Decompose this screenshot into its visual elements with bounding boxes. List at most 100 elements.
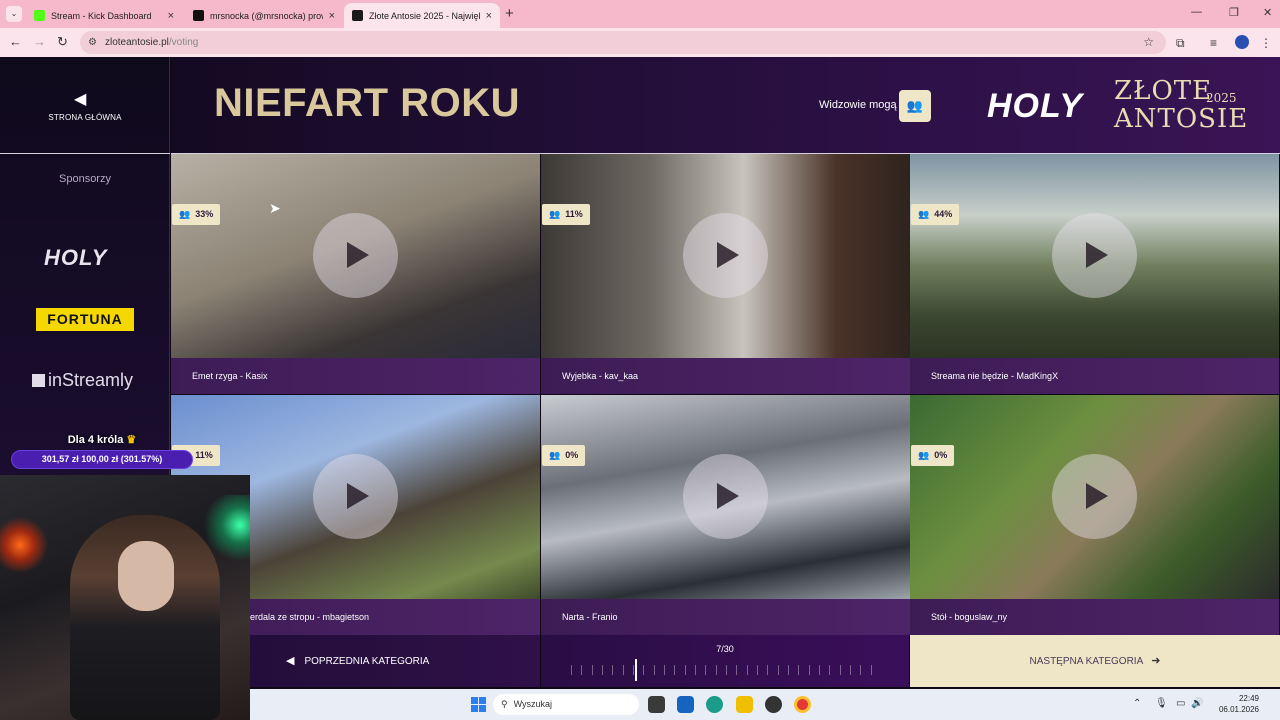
clip-title: Emet rzyga - Kasix [171,358,540,394]
instreamly-label: inStreamly [48,370,134,390]
progress-tick[interactable] [850,665,851,675]
clip-card[interactable]: 👥 0% Narta - Franio [541,395,910,635]
close-tab-icon[interactable]: × [329,10,335,22]
vote-percent: 44% [934,209,953,219]
progress-tick[interactable] [592,665,593,675]
clip-card[interactable]: 👥 44% Streama nie będzie - MadKingX [910,154,1279,394]
progress-tick[interactable] [612,665,613,675]
play-icon[interactable] [683,454,768,539]
zlote-antosie-favicon-icon [352,10,363,21]
tab-tiktok[interactable]: mrsnocka (@mrsnocka) prowad × [185,3,343,28]
play-icon[interactable] [313,213,398,298]
progress-tick[interactable] [809,665,810,675]
progress-tick[interactable] [623,665,624,675]
extensions-icon[interactable]: ⧉ [1176,36,1185,51]
progress-tick[interactable] [767,665,768,675]
address-bar[interactable]: ⚙ zloteantosie.pl/voting ☆ [80,31,1166,54]
site-settings-icon[interactable]: ⚙ [88,37,97,48]
progress-tick[interactable] [747,665,748,675]
progress-tick[interactable] [860,665,861,675]
tab-kick-dashboard[interactable]: Stream - Kick Dashboard × [26,3,182,28]
previous-category-button[interactable]: ◀ POPRZEDNIA KATEGORIA [250,635,540,687]
home-label: STRONA GŁÓWNA [48,113,122,122]
sticky-notes-icon[interactable] [736,696,753,713]
taskbar-clock[interactable]: 22:49 06.01.2026 [1199,693,1259,715]
microphone-icon[interactable]: 🎙 [1155,698,1168,709]
play-icon[interactable] [313,454,398,539]
tray-chevron-icon[interactable]: ⌃ [1133,698,1141,709]
close-tab-icon[interactable]: × [168,10,174,22]
progress-tick[interactable] [695,665,696,675]
new-tab-plus-icon[interactable]: + [505,5,514,22]
menu-kebab-icon[interactable]: ⋮ [1260,36,1272,50]
progress-tick[interactable] [685,665,686,675]
home-link[interactable]: ◀ STRONA GŁÓWNA [0,57,170,154]
progress-tick[interactable] [726,665,727,675]
play-icon[interactable] [1052,454,1137,539]
profile-avatar[interactable] [1235,35,1249,49]
task-view-icon[interactable] [648,696,665,713]
goal-label: Dla 4 króla [67,434,124,446]
back-arrow-icon[interactable]: ← [9,34,22,49]
instreamly-sponsor-logo[interactable]: inStreamly [32,370,133,391]
vote-percent-badge: 👥 0% [911,445,955,466]
holy-sponsor-logo[interactable]: HOLY [44,245,107,271]
progress-tick[interactable] [643,665,644,675]
logo-line-2: ANTOSIE [1114,104,1249,134]
chrome-icon[interactable] [794,696,811,713]
progress-tick[interactable] [819,665,820,675]
vote-percent: 11% [195,450,213,460]
progress-tick[interactable] [664,665,665,675]
outlook-icon[interactable] [677,696,694,713]
progress-tick[interactable] [633,665,634,675]
progress-tick[interactable] [571,665,572,675]
restore-icon[interactable]: ❐ [1229,6,1239,19]
play-icon[interactable] [1052,213,1137,298]
next-category-button[interactable]: NASTĘPNA KATEGORIA ➜ [910,635,1280,687]
tab-title: Złote Antosie 2025 - Najwięks [369,10,480,21]
viewers-vote-button[interactable]: 👥 [899,90,931,122]
edge-icon[interactable] [706,696,723,713]
progress-tick[interactable] [840,665,841,675]
obs-icon[interactable] [765,696,782,713]
donation-goal-bar: 301,57 zł 100,00 zł (301.57%) [11,450,193,469]
tab-zlote-antosie[interactable]: Złote Antosie 2025 - Najwięks × [344,3,500,28]
progress-tick[interactable] [871,665,872,675]
taskbar-search[interactable]: ⚲ Wyszukaj [493,694,639,715]
progress-tick[interactable] [829,665,830,675]
mouse-cursor-icon: ➤ [269,200,281,216]
close-window-icon[interactable]: ✕ [1263,6,1272,19]
vote-percent: 11% [565,209,583,219]
bookmark-star-icon[interactable]: ☆ [1143,35,1154,49]
progress-tick[interactable] [798,665,799,675]
progress-tick[interactable] [705,665,706,675]
reload-icon[interactable]: ↻ [57,34,68,50]
progress-tick[interactable] [778,665,779,675]
windows-start-icon[interactable] [471,697,486,712]
clip-card[interactable]: 👥 0% Stół - boguslaw_ny [910,395,1279,635]
background-lights [0,475,60,595]
search-icon: ⚲ [501,699,508,709]
zlote-antosie-logo: ZŁOTE ANTOSIE [1114,77,1248,133]
url-path: /voting [168,37,199,48]
progress-tick[interactable] [716,665,717,675]
progress-tick[interactable] [581,665,582,675]
tab-list-chevron-icon[interactable]: ⌄ [6,6,22,22]
play-icon[interactable] [683,213,768,298]
close-tab-icon[interactable]: × [486,10,492,22]
progress-tick[interactable] [757,665,758,675]
progress-tick[interactable] [674,665,675,675]
network-icon[interactable]: ▭ [1176,698,1185,709]
clip-card[interactable]: 👥 11% Wyjebka - kav_kaa [541,154,910,394]
minimize-icon[interactable]: — [1191,6,1202,18]
viewers-can-label: Widzowie mogą [819,99,897,111]
progress-tick[interactable] [788,665,789,675]
progress-tick[interactable] [602,665,603,675]
media-controls-icon[interactable]: ≡ [1210,36,1217,50]
forward-arrow-icon[interactable]: → [33,34,46,49]
progress-ticks[interactable] [571,665,881,675]
progress-tick[interactable] [736,665,737,675]
fortuna-sponsor-logo[interactable]: FORTUNA [36,308,134,331]
clip-card[interactable]: 👥 33% Emet rzyga - Kasix [171,154,540,394]
progress-tick[interactable] [654,665,655,675]
